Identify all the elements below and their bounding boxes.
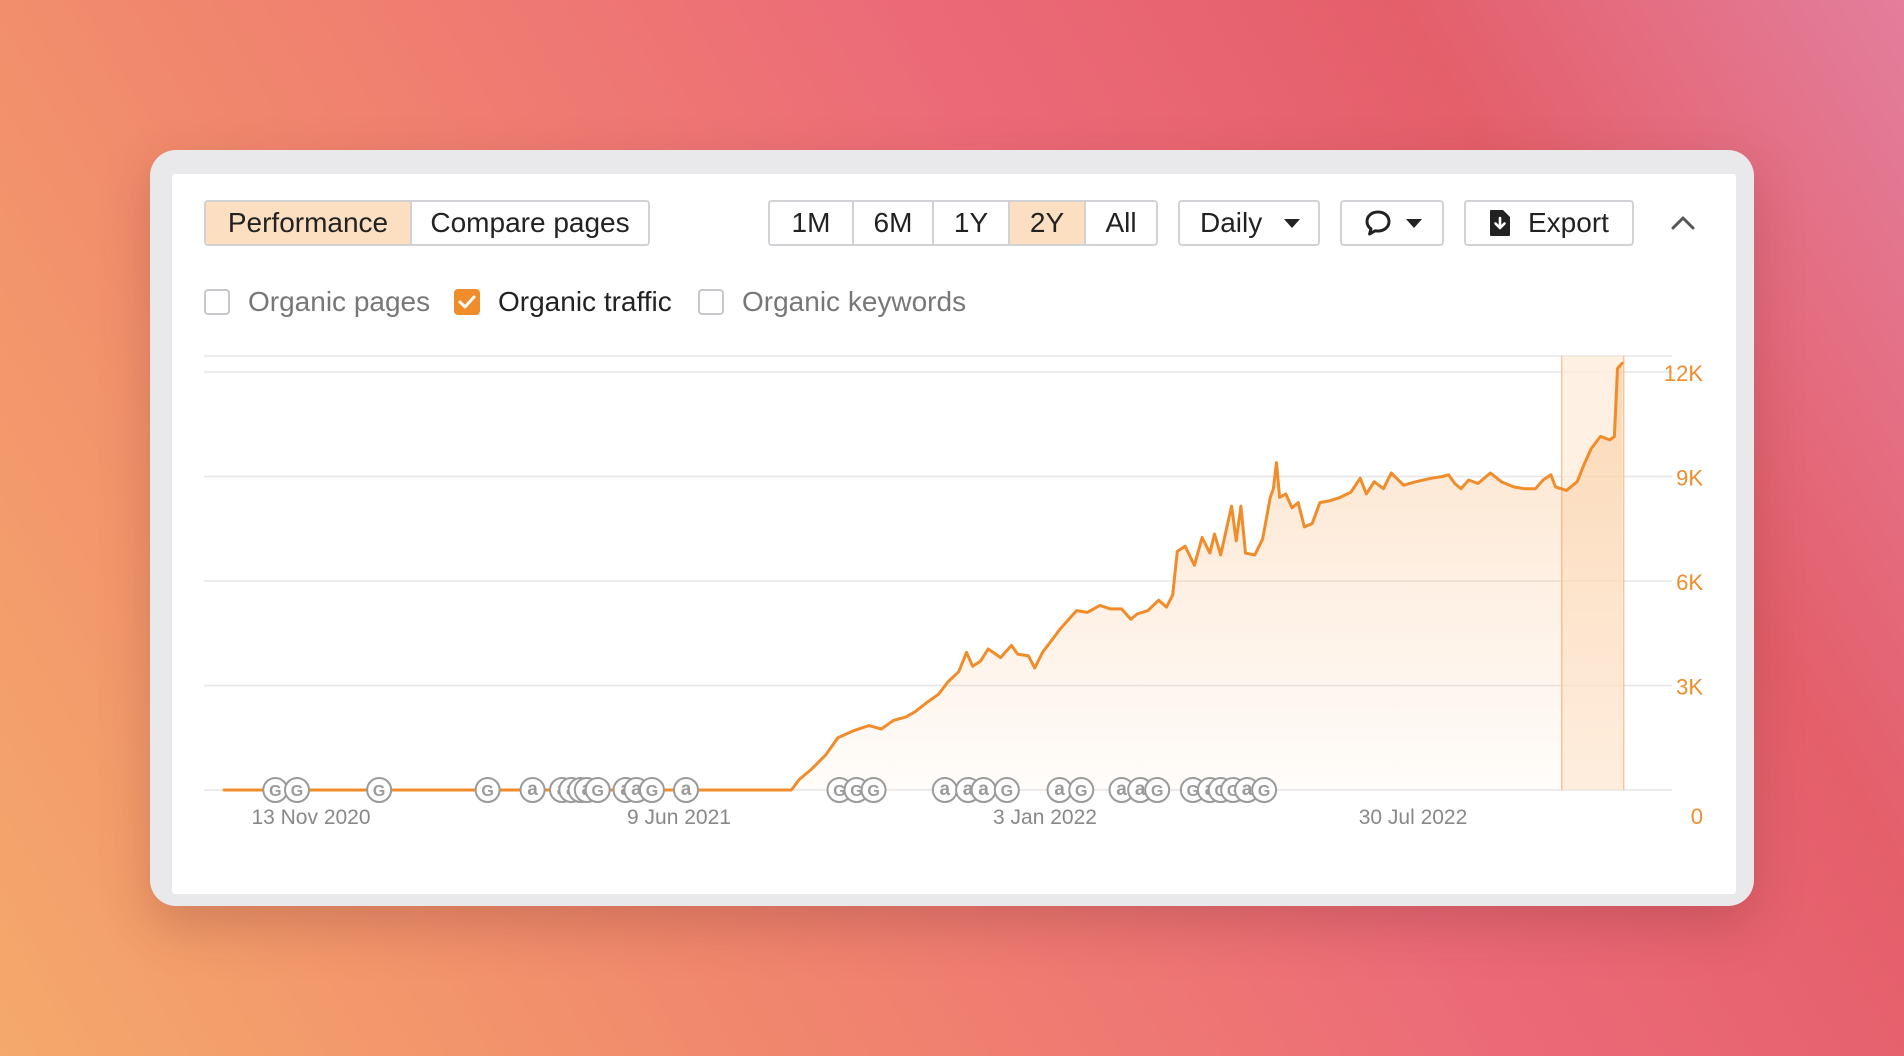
organic-traffic-chart: GGGGaaaaaGaaGaGGGaaaGaGaaGGaGGaG 03K6K9K… [204,355,1703,829]
google-update-marker: G [283,777,310,803]
y-tick-label: 12K [1664,361,1703,386]
marker-label: G [269,783,281,800]
google-update-marker: G [993,777,1020,803]
marker-label: G [867,783,879,800]
marker-label: a [940,779,951,800]
y-tick-label: 9K [1676,466,1703,491]
annotation-marker: a [931,777,958,803]
marker-label: G [646,783,658,800]
google-update-marker: G [1251,777,1278,803]
annotation-marker: a [1046,777,1073,803]
performance-card: Performance Compare pages 1M 6M 1Y 2Y Al… [172,174,1736,894]
x-tick-label: 3 Jan 2022 [993,806,1097,829]
marker-label: G [1151,783,1163,800]
marker-label: G [591,783,603,800]
marker-label: a [1054,779,1065,800]
annotation-marker: a [970,777,997,803]
google-update-marker: G [638,777,665,803]
marker-label: a [1116,779,1127,800]
google-update-marker: G [262,777,289,803]
marker-label: G [481,783,493,800]
y-tick-label: 3K [1676,675,1703,700]
google-update-marker: G [1068,777,1095,803]
x-tick-label: 9 Jun 2021 [627,806,731,829]
google-update-marker: G [1144,777,1171,803]
series-area-organic-traffic [224,363,1623,790]
x-tick-label: 13 Nov 2020 [251,806,370,829]
google-update-marker: G [366,777,393,803]
marker-label: G [291,783,303,800]
marker-label: a [978,779,989,800]
google-update-marker: G [860,777,887,803]
marker-label: G [1258,783,1270,800]
marker-label: G [373,783,385,800]
marker-label: G [1001,783,1013,800]
x-tick-label: 30 Jul 2022 [1359,806,1468,829]
marker-label: G [1075,783,1087,800]
marker-label: a [527,779,538,800]
annotation-marker: a [673,777,700,803]
y-tick-label: 6K [1676,570,1703,595]
y-tick-label: 0 [1691,804,1703,829]
annotation-marker: a [519,777,546,803]
google-update-marker: G [474,777,501,803]
google-update-marker: G [584,777,611,803]
marker-label: a [681,779,692,800]
